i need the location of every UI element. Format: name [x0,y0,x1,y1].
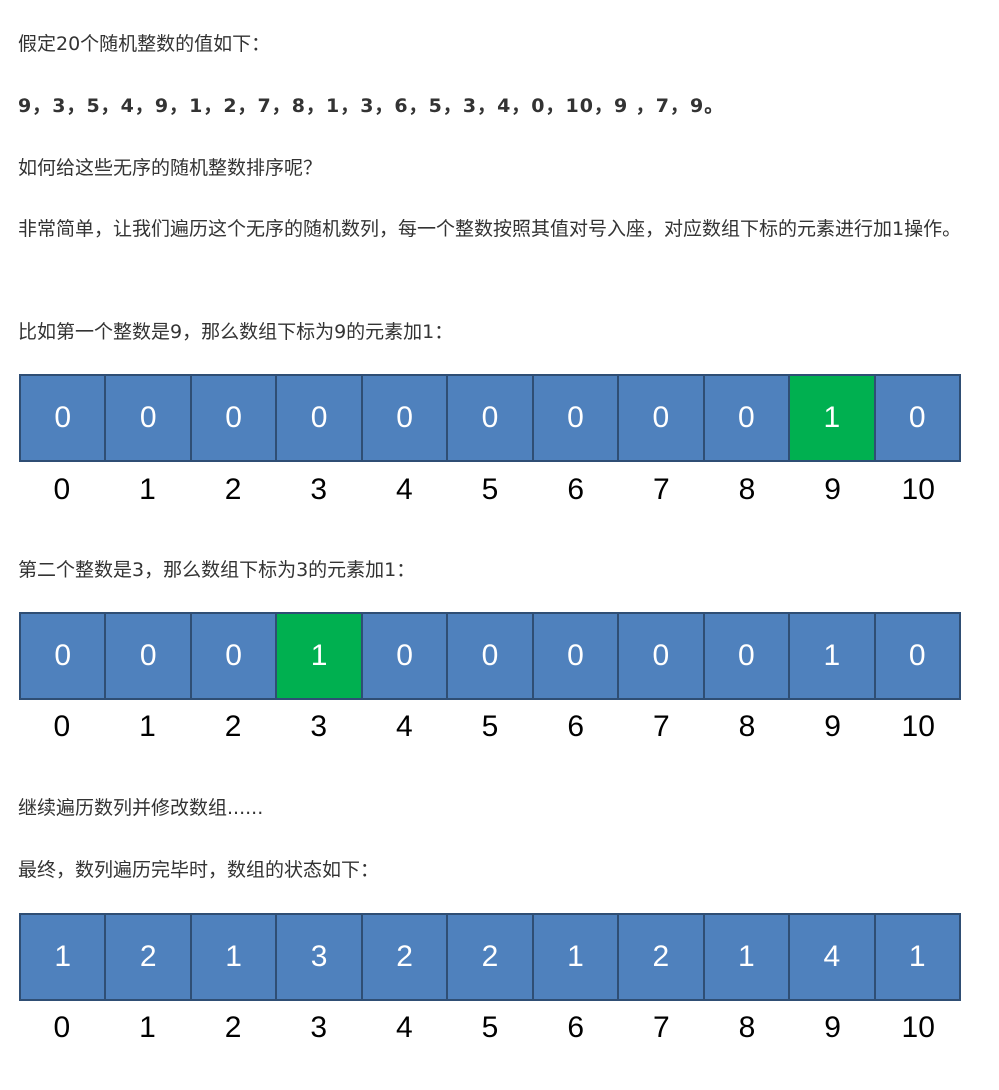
array-index: 1 [139,473,156,506]
array-index: 4 [396,710,413,743]
question-text: 如何给这些无序的随机整数排序呢？ [18,157,323,179]
array-cell: 1 [790,376,876,460]
array-cell: 0 [619,614,705,698]
array-index: 4 [396,473,413,506]
array-cell: 0 [704,376,791,460]
continue-text: 继续遍历数列并修改数组...... [18,797,264,819]
step2-caption: 第二个整数是3，那么数组下标为3的元素加1： [18,559,416,581]
array-cell: 0 [362,614,449,698]
array-cell: 2 [106,915,192,999]
array-index: 0 [53,710,71,743]
array-cell: 0 [448,376,534,460]
array-cell: 0 [21,614,107,698]
array-cell: 0 [704,614,791,698]
array-cell: 1 [875,915,959,999]
array-index: 10 [901,473,935,506]
array-cell: 1 [191,915,278,999]
array-cell: 2 [619,915,705,999]
array-index: 5 [481,473,499,506]
array-cell: 0 [533,614,620,698]
final-caption: 最终，数列遍历完毕时，数组的状态如下： [18,859,380,881]
explanation-text: 非常简单，让我们遍历这个无序的随机数列，每一个整数按照其值对号入座，对应数组下标… [18,218,962,240]
array-cell: 0 [106,376,192,460]
array-cell: 2 [362,915,449,999]
array-index: 2 [224,473,242,506]
array-index: 6 [567,1011,584,1044]
step1-caption: 比如第一个整数是9，那么数组下标为9的元素加1： [18,321,454,343]
array-cell: 0 [191,614,278,698]
array-cell: 0 [106,614,192,698]
array-final: 1 2 1 3 2 2 1 2 1 4 1 [19,913,961,1001]
array-cell: 2 [448,915,534,999]
array-cell: 0 [533,376,620,460]
array-index: 3 [310,1011,328,1044]
array-cell: 1 [277,614,363,698]
array-index: 5 [481,710,499,743]
array-index: 8 [738,473,756,506]
array-cell: 1 [704,915,791,999]
array-cell: 1 [790,614,876,698]
array-index: 10 [901,1011,935,1044]
array-index: 3 [310,710,328,743]
array-cell: 0 [362,376,449,460]
array-index: 7 [652,473,670,506]
array-index: 4 [396,1011,413,1044]
array-index: 3 [310,473,328,506]
array-index: 1 [139,710,156,743]
array-cell: 0 [875,614,959,698]
array-cell: 0 [875,376,959,460]
array-step2: 0 0 0 1 0 0 0 0 0 1 0 [19,612,961,700]
array-cell: 0 [448,614,534,698]
intro-text: 假定20个随机整数的值如下： [18,33,271,55]
array-cell: 3 [277,915,363,999]
array-index: 5 [481,1011,499,1044]
array-index: 9 [824,473,841,506]
array-index: 9 [824,1011,841,1044]
array-index: 6 [567,710,584,743]
array-index: 8 [738,1011,756,1044]
array-index: 8 [738,710,756,743]
array-indices-step1: 0 1 2 3 4 5 6 7 8 9 10 [19,470,961,510]
array-index: 0 [53,1011,71,1044]
array-step1: 0 0 0 0 0 0 0 0 0 1 0 [19,374,961,462]
array-cell: 4 [790,915,876,999]
array-index: 10 [901,710,935,743]
array-cell: 0 [191,376,278,460]
array-cell: 1 [533,915,620,999]
array-index: 1 [139,1011,156,1044]
array-cell: 1 [21,915,107,999]
array-indices-final: 0 1 2 3 4 5 6 7 8 9 10 [19,1008,961,1048]
array-indices-step2: 0 1 2 3 4 5 6 7 8 9 10 [19,707,961,747]
array-index: 2 [224,710,242,743]
array-cell: 0 [619,376,705,460]
array-index: 6 [567,473,584,506]
array-index: 0 [53,473,71,506]
array-index: 7 [652,710,670,743]
array-index: 2 [224,1011,242,1044]
array-index: 7 [652,1011,670,1044]
number-sequence: 9，3，5，4，9，1，2，7，8，1，3，6，5，3，4，0，10，9 ，7，… [18,95,725,117]
array-index: 9 [824,710,841,743]
array-cell: 0 [21,376,107,460]
array-cell: 0 [277,376,363,460]
